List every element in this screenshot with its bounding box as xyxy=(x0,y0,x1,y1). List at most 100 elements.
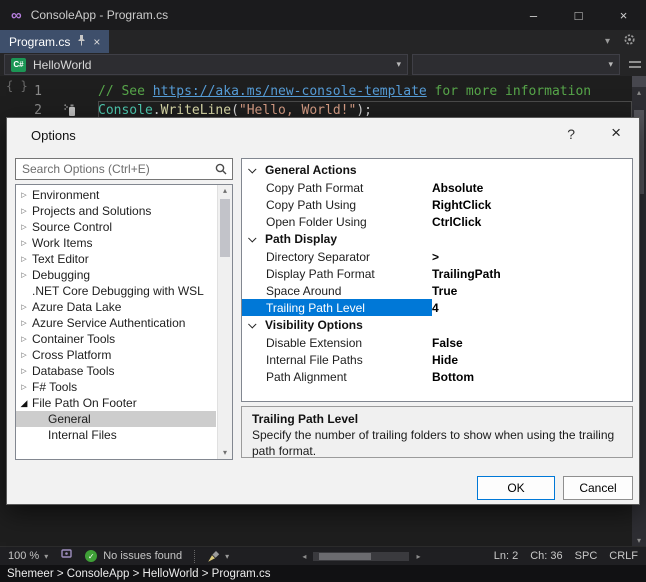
tree-expanded-icon[interactable]: ◢ xyxy=(16,398,32,409)
tree-item-work-items[interactable]: ▷Work Items xyxy=(16,235,216,251)
tree-item-label: Azure Data Lake xyxy=(32,300,121,314)
property-value[interactable]: TrailingPath xyxy=(432,267,501,281)
property-name: Disable Extension xyxy=(242,334,432,351)
search-input[interactable] xyxy=(16,159,232,179)
tree-collapsed-icon[interactable]: ▷ xyxy=(16,191,32,199)
project-scope-dropdown[interactable]: C# HelloWorld ▾ xyxy=(4,54,408,75)
scroll-down-icon[interactable]: ▾ xyxy=(637,535,641,546)
tab-program-cs[interactable]: Program.cs × xyxy=(0,30,109,53)
scrollbar-thumb[interactable] xyxy=(319,553,371,560)
maximize-button[interactable]: □ xyxy=(556,0,601,30)
line-ending-indicator[interactable]: CRLF xyxy=(609,550,638,562)
grid-section-title: General Actions xyxy=(265,163,357,177)
health-text: No issues found xyxy=(103,550,182,562)
zoom-control[interactable]: 100 % ▾ xyxy=(8,550,48,562)
scrollbar-thumb[interactable] xyxy=(220,199,230,257)
scroll-down-icon[interactable]: ▾ xyxy=(223,447,227,459)
tree-scrollbar[interactable]: ▴ ▾ xyxy=(217,185,232,459)
property-value[interactable]: Hide xyxy=(432,353,458,367)
help-button[interactable]: ? xyxy=(567,126,575,142)
tree-collapsed-icon[interactable]: ▷ xyxy=(16,207,32,215)
property-value[interactable]: CtrlClick xyxy=(432,215,481,229)
close-button[interactable]: × xyxy=(601,0,646,30)
tree-collapsed-icon[interactable]: ▷ xyxy=(16,223,32,231)
property-row-display-path-format[interactable]: Display Path FormatTrailingPath xyxy=(242,265,632,282)
grid-section-general-actions[interactable]: General Actions xyxy=(242,161,632,179)
tree-item-database-tools[interactable]: ▷Database Tools xyxy=(16,363,216,379)
scroll-up-icon[interactable]: ▴ xyxy=(223,185,227,197)
gear-icon[interactable] xyxy=(623,33,636,51)
property-row-copy-path-format[interactable]: Copy Path FormatAbsolute xyxy=(242,179,632,196)
scroll-up-icon[interactable]: ▴ xyxy=(637,87,641,98)
grid-section-visibility-options[interactable]: Visibility Options xyxy=(242,316,632,334)
code-cleanup-broom-icon[interactable]: ▾ xyxy=(207,550,229,563)
tree-item-environment[interactable]: ▷Environment xyxy=(16,187,216,203)
tree-collapsed-icon[interactable]: ▷ xyxy=(16,239,32,247)
property-value[interactable]: Absolute xyxy=(432,181,483,195)
tree-collapsed-icon[interactable]: ▷ xyxy=(16,383,32,391)
tree-item-net-core-debugging-with-wsl[interactable]: .NET Core Debugging with WSL xyxy=(16,283,216,299)
property-row-copy-path-using[interactable]: Copy Path UsingRightClick xyxy=(242,196,632,213)
tree-collapsed-icon[interactable]: ▷ xyxy=(16,335,32,343)
pin-icon[interactable] xyxy=(77,33,86,51)
tree-item-source-control[interactable]: ▷Source Control xyxy=(16,219,216,235)
search-icon[interactable] xyxy=(214,162,228,181)
tree-item-internal-files[interactable]: Internal Files xyxy=(16,427,216,443)
scrollbar-track[interactable] xyxy=(313,552,409,561)
scroll-right-icon[interactable]: ▸ xyxy=(416,551,420,562)
code-line-1: 1 // See https://aka.ms/new-console-temp… xyxy=(0,82,632,101)
tree-collapsed-icon[interactable]: ▷ xyxy=(16,303,32,311)
split-editor-icon[interactable] xyxy=(629,58,641,76)
tree-collapsed-icon[interactable]: ▷ xyxy=(16,271,32,279)
line-indicator[interactable]: Ln: 2 xyxy=(494,550,518,562)
property-row-path-alignment[interactable]: Path AlignmentBottom xyxy=(242,368,632,385)
property-value[interactable]: False xyxy=(432,336,463,350)
status-extension-icon[interactable] xyxy=(60,547,73,565)
tree-item-debugging[interactable]: ▷Debugging xyxy=(16,267,216,283)
cancel-button[interactable]: Cancel xyxy=(563,476,633,500)
collapse-chevron-icon xyxy=(248,234,256,242)
property-row-directory-separator[interactable]: Directory Separator> xyxy=(242,248,632,265)
grid-section-path-display[interactable]: Path Display xyxy=(242,230,632,248)
tree-collapsed-icon[interactable]: ▷ xyxy=(16,367,32,375)
tab-close-icon[interactable]: × xyxy=(93,36,100,48)
tab-list-dropdown-icon[interactable]: ▾ xyxy=(605,36,610,47)
comment-link[interactable]: https://aka.ms/new-console-template xyxy=(153,84,427,99)
tree-item-azure-service-authentication[interactable]: ▷Azure Service Authentication xyxy=(16,315,216,331)
tree-collapsed-icon[interactable]: ▷ xyxy=(16,319,32,327)
spaces-indicator[interactable]: SPC xyxy=(575,550,598,562)
minimize-button[interactable]: – xyxy=(511,0,556,30)
ok-button[interactable]: OK xyxy=(477,476,555,500)
tree-item-label: Environment xyxy=(32,188,99,202)
tree-item-general[interactable]: General xyxy=(16,411,216,427)
property-row-trailing-path-level[interactable]: Trailing Path Level4 xyxy=(242,299,632,316)
scroll-left-icon[interactable]: ◂ xyxy=(302,551,306,562)
property-value[interactable]: 4 xyxy=(432,301,439,315)
property-value[interactable]: Bottom xyxy=(432,370,474,384)
dialog-close-button[interactable]: × xyxy=(611,123,621,143)
property-value[interactable]: > xyxy=(432,250,439,264)
tree-collapsed-icon[interactable]: ▷ xyxy=(16,351,32,359)
document-health-indicator[interactable]: ✓ No issues found xyxy=(85,550,182,562)
tree-item-file-path-on-footer[interactable]: ◢File Path On Footer xyxy=(16,395,216,411)
scrollbar-track[interactable] xyxy=(218,197,232,447)
divider xyxy=(194,550,195,563)
tree-item-f-tools[interactable]: ▷F# Tools xyxy=(16,379,216,395)
property-value[interactable]: True xyxy=(432,284,457,298)
property-row-space-around[interactable]: Space AroundTrue xyxy=(242,282,632,299)
visual-studio-window: ∞ ConsoleApp - Program.cs – □ × Program.… xyxy=(0,0,646,582)
column-indicator[interactable]: Ch: 36 xyxy=(530,550,562,562)
property-row-disable-extension[interactable]: Disable ExtensionFalse xyxy=(242,334,632,351)
tree-item-container-tools[interactable]: ▷Container Tools xyxy=(16,331,216,347)
tree-item-text-editor[interactable]: ▷Text Editor xyxy=(16,251,216,267)
tree-item-projects-and-solutions[interactable]: ▷Projects and Solutions xyxy=(16,203,216,219)
member-dropdown[interactable]: ▾ xyxy=(412,54,620,75)
property-row-internal-file-paths[interactable]: Internal File PathsHide xyxy=(242,351,632,368)
tree-collapsed-icon[interactable]: ▷ xyxy=(16,255,32,263)
property-value[interactable]: RightClick xyxy=(432,198,491,212)
tree-item-cross-platform[interactable]: ▷Cross Platform xyxy=(16,347,216,363)
tree-item-azure-data-lake[interactable]: ▷Azure Data Lake xyxy=(16,299,216,315)
horizontal-scrollbar[interactable]: ◂ ▸ xyxy=(241,551,482,562)
splitter-grip[interactable] xyxy=(632,76,646,87)
property-row-open-folder-using[interactable]: Open Folder UsingCtrlClick xyxy=(242,213,632,230)
